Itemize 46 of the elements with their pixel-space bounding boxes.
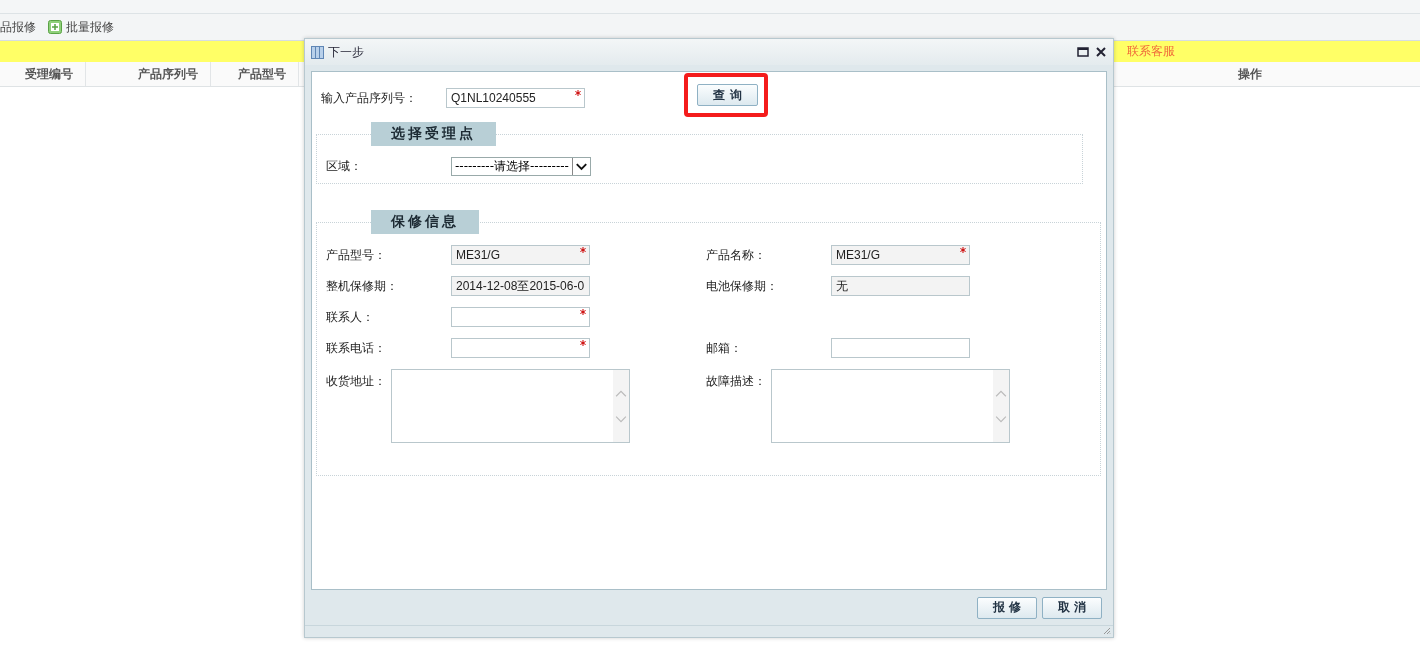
field-label: 整机保修期： bbox=[326, 277, 399, 295]
text-field[interactable]: 无 bbox=[831, 276, 970, 296]
dialog-title: 下一步 bbox=[328, 43, 364, 61]
section-title: 保修信息 bbox=[371, 210, 479, 234]
dialog-button[interactable]: 取 消 bbox=[1042, 596, 1102, 619]
text-area[interactable] bbox=[391, 369, 630, 443]
text-field[interactable]: ME31/G bbox=[451, 245, 590, 265]
maximize-button[interactable] bbox=[1077, 46, 1089, 58]
column-header[interactable]: 受理编号 bbox=[0, 62, 86, 86]
query-button[interactable]: 查 询 bbox=[697, 84, 758, 106]
section-title: 选择受理点 bbox=[371, 122, 496, 146]
serial-number-field[interactable]: Q1NL10240555 bbox=[446, 88, 585, 108]
resize-grip-icon[interactable] bbox=[1103, 627, 1111, 635]
required-icon bbox=[960, 247, 966, 253]
text-field[interactable] bbox=[831, 338, 970, 358]
required-icon bbox=[580, 309, 586, 315]
field-label: 故障描述： bbox=[706, 373, 767, 390]
required-icon bbox=[575, 90, 581, 96]
window-icon bbox=[311, 45, 324, 59]
toolbar-button[interactable]: 品报修 bbox=[0, 18, 38, 36]
required-icon bbox=[580, 247, 586, 253]
column-header[interactable]: 产品序列号 bbox=[86, 62, 211, 86]
text-field[interactable] bbox=[451, 338, 590, 358]
field-label: 产品型号： bbox=[326, 246, 387, 264]
region-dropdown[interactable]: ---------请选择--------- bbox=[451, 157, 591, 176]
text-area[interactable] bbox=[771, 369, 1010, 443]
field-label: 收货地址： bbox=[326, 373, 387, 390]
field-label: 电池保修期： bbox=[706, 277, 779, 295]
add-document-icon bbox=[48, 20, 62, 34]
toolbar-button[interactable]: 批量报修 bbox=[46, 18, 116, 36]
field-label: 联系电话： bbox=[326, 339, 387, 357]
text-field[interactable]: ME31/G bbox=[831, 245, 970, 265]
close-button[interactable] bbox=[1095, 46, 1107, 58]
dialog-button[interactable]: 报 修 bbox=[977, 596, 1037, 619]
field-label: 联系人： bbox=[326, 308, 375, 326]
field-label: 产品名称： bbox=[706, 246, 767, 264]
required-icon bbox=[580, 340, 586, 346]
scrollbar-arrows-icon[interactable] bbox=[993, 370, 1009, 442]
dropdown-caret-icon bbox=[571, 158, 590, 175]
field-label: 区域： bbox=[326, 158, 363, 175]
column-header[interactable]: 产品型号 bbox=[211, 62, 299, 86]
field-label: 输入产品序列号： bbox=[321, 89, 418, 107]
scrollbar-arrows-icon[interactable] bbox=[613, 370, 629, 442]
text-field[interactable]: 2014-12-08至2015-06-0 bbox=[451, 276, 590, 296]
text-field[interactable] bbox=[451, 307, 590, 327]
field-label: 邮箱： bbox=[706, 339, 743, 357]
